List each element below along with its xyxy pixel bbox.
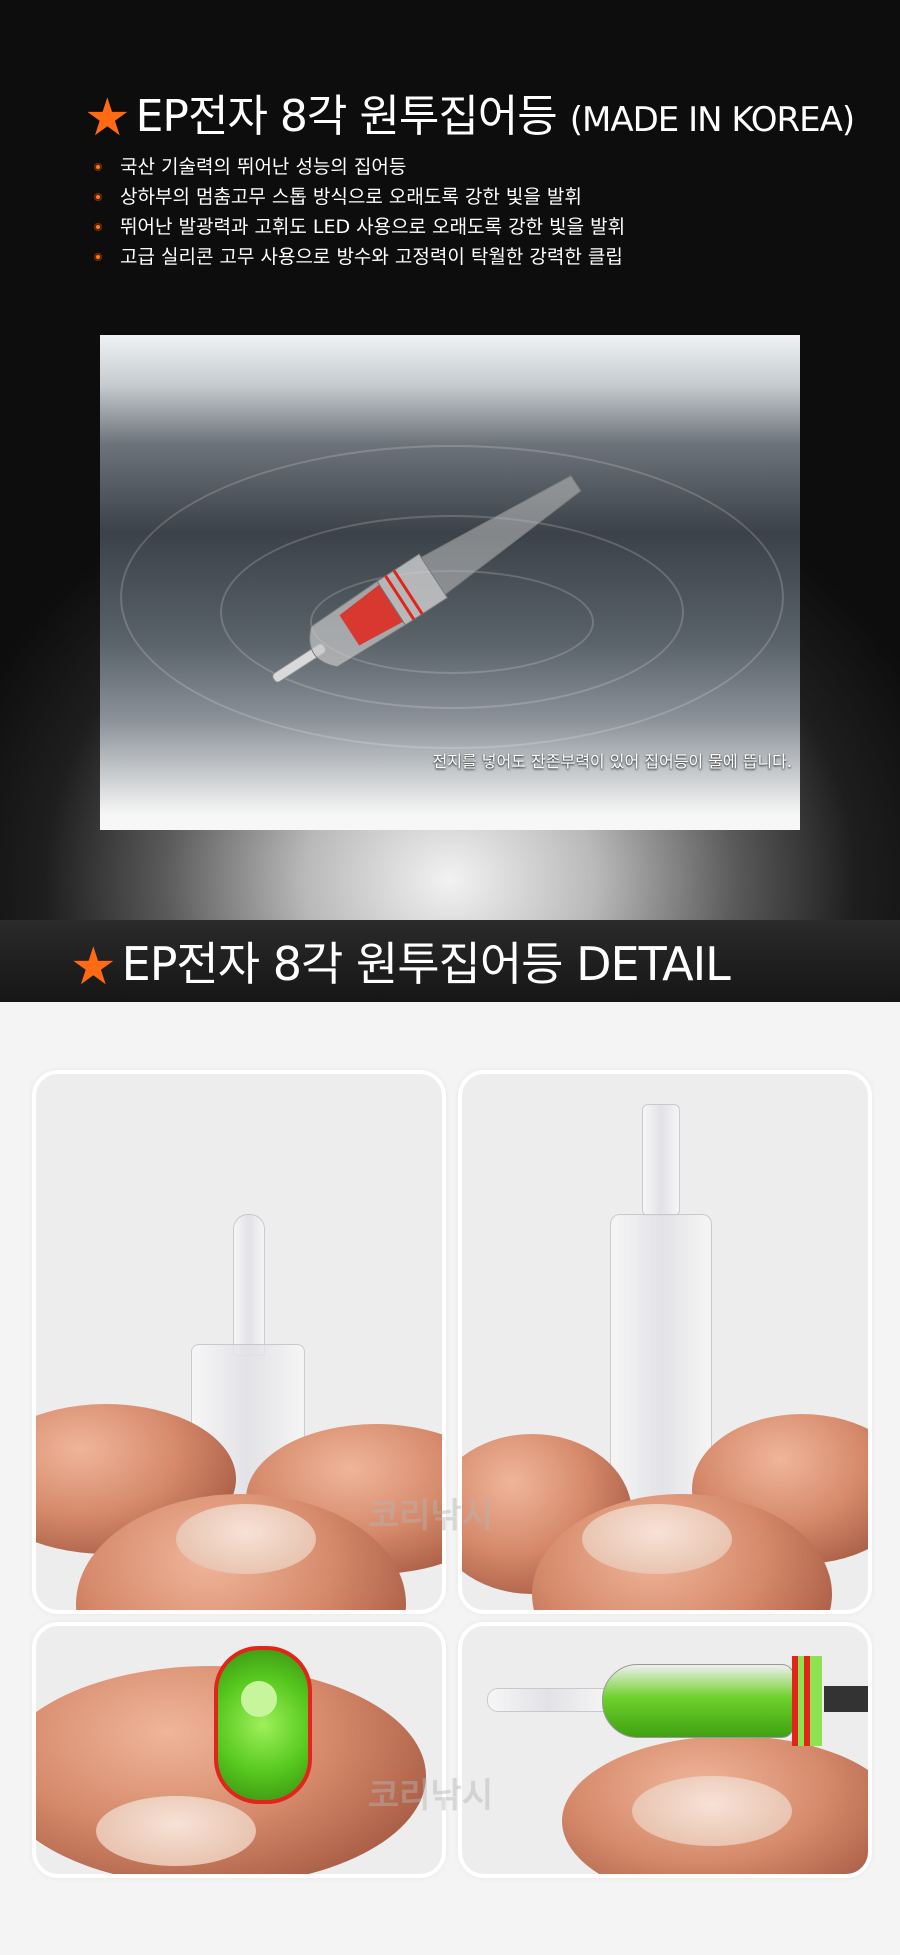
detail-title: ★ EP전자 8각 원투집어등 DETAIL (70, 928, 731, 997)
star-icon: ★ (70, 937, 117, 997)
bullet-icon (94, 193, 102, 201)
feature-item: 고급 실리콘 고무 사용으로 방수와 고정력이 탁월한 강력한 클립 (94, 242, 625, 272)
product-floating-photo: 전지를 넣어도 잔존부력이 있어 집어등이 물에 뜹니다. (100, 335, 800, 830)
thumbnail-image (176, 1504, 316, 1574)
watermark-text: 코리낚시 (368, 1776, 494, 1816)
thumbnail-image (96, 1796, 256, 1866)
detail-photo-green-socket (32, 1622, 446, 1878)
detail-title-text: EP전자 8각 원투집어등 DETAIL (121, 937, 731, 991)
product-title-main: EP전자 8각 원투집어등 (135, 91, 558, 142)
clear-tip-image (233, 1214, 265, 1356)
thumbnail-image (632, 1776, 792, 1846)
detail-photo-assembled (458, 1622, 872, 1878)
feature-list: 국산 기술력의 뛰어난 성능의 집어등 상하부의 멈춤고무 스톱 방식으로 오래… (94, 152, 625, 272)
socket-hole-image (241, 1681, 277, 1717)
red-seal-ring-image (792, 1656, 822, 1746)
feature-item: 뛰어난 발광력과 고휘도 LED 사용으로 오래도록 강한 빛을 발휘 (94, 212, 625, 242)
thumbnail-image (582, 1504, 732, 1574)
product-title-origin: (MADE IN KOREA) (569, 100, 855, 140)
green-led-body-image (602, 1664, 794, 1738)
bullet-icon (94, 253, 102, 261)
feature-item: 국산 기술력의 뛰어난 성능의 집어등 (94, 152, 625, 182)
star-icon: ★ (84, 88, 131, 148)
watermark-text: 코리낚시 (368, 1496, 494, 1536)
float-caption: 전지를 넣어도 잔존부력이 있어 집어등이 물에 뜹니다. (432, 752, 792, 771)
feature-item: 상하부의 멈춤고무 스톱 방식으로 오래도록 강한 빛을 발휘 (94, 182, 625, 212)
detail-photo-body (458, 1070, 872, 1614)
intro-section: ★ EP전자 8각 원투집어등 (MADE IN KOREA) 국산 기술력의 뛰… (0, 0, 900, 920)
feature-text: 뛰어난 발광력과 고휘도 LED 사용으로 오래도록 강한 빛을 발휘 (120, 216, 626, 238)
bullet-icon (94, 163, 102, 171)
clear-tip-image (487, 1688, 609, 1712)
product-title: ★ EP전자 8각 원투집어등 (MADE IN KOREA) (84, 80, 855, 148)
clear-cap-image (642, 1104, 680, 1216)
feature-text: 국산 기술력의 뛰어난 성능의 집어등 (120, 156, 407, 178)
feature-text: 고급 실리콘 고무 사용으로 방수와 고정력이 탁월한 강력한 클립 (120, 246, 623, 268)
bullet-icon (94, 223, 102, 231)
black-clip-image (824, 1686, 868, 1712)
green-socket-image (214, 1646, 312, 1804)
feature-text: 상하부의 멈춤고무 스톱 방식으로 오래도록 강한 빛을 발휘 (120, 186, 582, 208)
